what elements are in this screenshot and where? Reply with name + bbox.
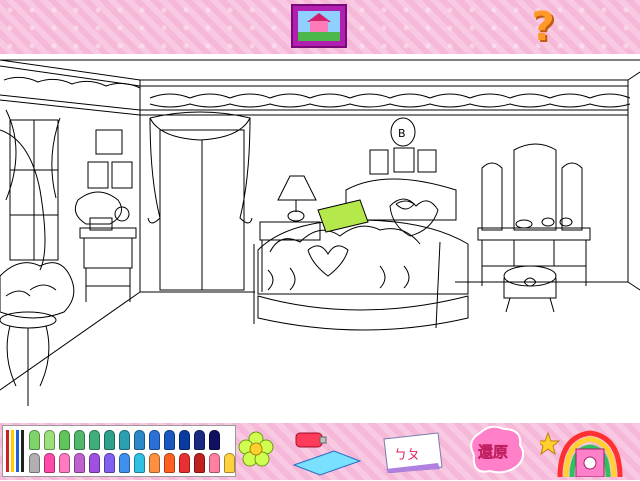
undo-label: 還原: [478, 443, 508, 461]
picture-select-button[interactable]: [291, 4, 347, 48]
brush-black[interactable]: [21, 430, 24, 472]
paint-bucket-button[interactable]: [292, 425, 362, 477]
crayon-bottom-4[interactable]: [89, 453, 100, 473]
vanity-stool: [503, 265, 557, 313]
undo-icon: 還原: [470, 425, 525, 474]
left-window: [0, 109, 61, 271]
crayon-bottom-5[interactable]: [104, 453, 115, 473]
grass: [298, 32, 340, 41]
crayon-bottom-0[interactable]: [29, 453, 40, 473]
coloring-canvas[interactable]: B: [0, 54, 640, 423]
bed-pillows: [317, 198, 439, 237]
crayon-top-11[interactable]: [194, 430, 205, 450]
crayon-top-9[interactable]: [164, 430, 175, 450]
crayon-bottom-2[interactable]: [59, 453, 70, 473]
crayon-bottom-1[interactable]: [44, 453, 55, 473]
house: [310, 21, 328, 32]
svg-text:B: B: [398, 127, 406, 140]
wall-border-garland: [3, 76, 631, 108]
crayon-top-1[interactable]: [44, 430, 55, 450]
text-tool-button[interactable]: ㄅㄆ: [380, 429, 446, 474]
crayon-bottom-7[interactable]: [134, 453, 145, 473]
brush-red[interactable]: [6, 430, 9, 472]
crayon-top-4[interactable]: [89, 430, 100, 450]
crayon-bottom-12[interactable]: [209, 453, 220, 473]
text-tool-label: ㄅㄆ: [394, 448, 420, 463]
side-table: [74, 191, 137, 302]
paint-bucket-icon: [292, 432, 362, 476]
bedroom-line-art[interactable]: B: [0, 54, 640, 423]
crayon-bottom-3[interactable]: [74, 453, 85, 473]
rainbow-exit-icon: [535, 430, 623, 478]
color-palette: [2, 425, 236, 477]
flower-stamp-icon: [238, 431, 274, 467]
crayon-bottom-11[interactable]: [194, 453, 205, 473]
crayon-bottom-13[interactable]: [224, 453, 235, 473]
bottom-toolbar: ㄅㄆ 還原: [0, 423, 640, 480]
crayon-bottom-8[interactable]: [149, 453, 160, 473]
vanity-table: [477, 143, 591, 286]
crayon-top-0[interactable]: [29, 430, 40, 450]
crayon-top-5[interactable]: [104, 430, 115, 450]
crayon-top-2[interactable]: [59, 430, 70, 450]
exit-button[interactable]: [535, 425, 636, 478]
crayon-bottom-10[interactable]: [179, 453, 190, 473]
crayon-top-6[interactable]: [119, 430, 130, 450]
crayon-top-8[interactable]: [149, 430, 160, 450]
crayon-bottom-6[interactable]: [119, 453, 130, 473]
center-window: [147, 111, 253, 291]
crayon-top-7[interactable]: [134, 430, 145, 450]
crayon-top-3[interactable]: [74, 430, 85, 450]
help-icon: ?: [531, 4, 555, 50]
crayon-bottom-9[interactable]: [164, 453, 175, 473]
potted-flowers: [0, 262, 75, 406]
help-button[interactable]: ?: [526, 4, 560, 50]
crayon-top-10[interactable]: [179, 430, 190, 450]
house-picture-icon: [298, 11, 340, 41]
text-tool-icon: ㄅㄆ: [383, 432, 443, 474]
undo-button[interactable]: 還原: [464, 425, 525, 477]
flower-stamp-button[interactable]: [238, 429, 274, 469]
crayon-top-12[interactable]: [209, 430, 220, 450]
brush-yellow[interactable]: [11, 430, 14, 472]
brush-blue[interactable]: [16, 430, 19, 472]
brush-set: [5, 428, 25, 474]
